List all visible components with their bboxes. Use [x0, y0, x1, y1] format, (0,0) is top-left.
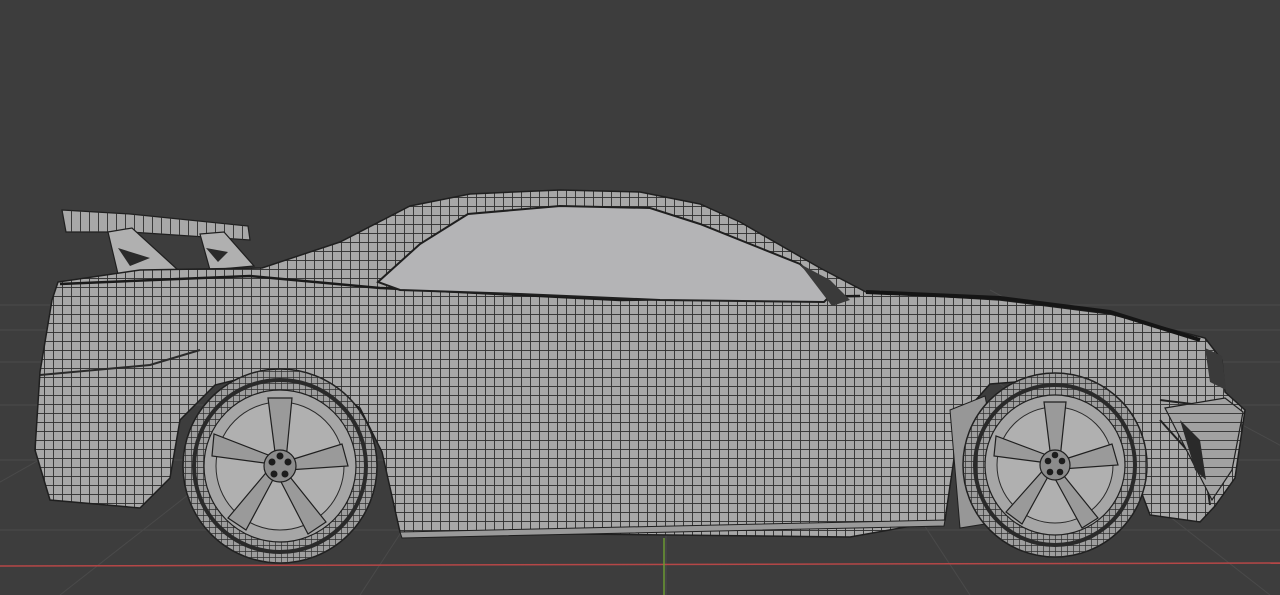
rear-wheel	[182, 368, 378, 564]
x-axis-line	[0, 562, 1280, 567]
3d-viewport[interactable]	[0, 0, 1280, 595]
front-wheel	[949, 372, 1148, 558]
spoiler	[61, 209, 256, 275]
viewport-canvas	[0, 189, 1280, 595]
